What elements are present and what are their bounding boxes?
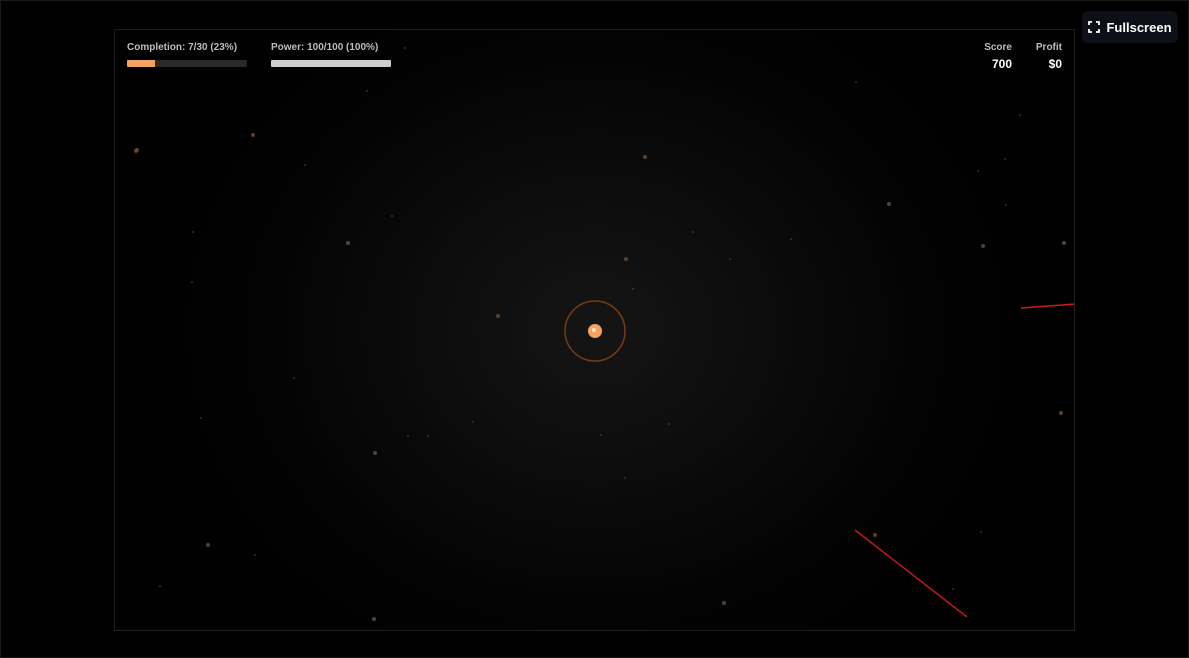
particle: [427, 435, 429, 437]
particle: [304, 164, 306, 166]
particle: [404, 47, 406, 49]
expand-icon: [1088, 21, 1101, 33]
particle: [722, 601, 726, 605]
particle: [1059, 411, 1063, 415]
particle: [1062, 241, 1066, 245]
particle: [407, 435, 409, 437]
particle: [692, 231, 694, 233]
particle: [366, 90, 368, 92]
player-core-highlight: [592, 328, 596, 332]
profit-label: Profit: [1035, 42, 1062, 53]
particle: [624, 477, 626, 479]
score-block: Score 700: [984, 42, 1012, 71]
page: Fullscreen Completion: 7/30 (23%) Power:…: [0, 0, 1189, 658]
laser-beam: [1020, 303, 1074, 309]
game-field: [134, 47, 1074, 621]
particle: [1005, 204, 1007, 206]
particle: [624, 257, 628, 261]
particle: [293, 377, 295, 379]
score-label: Score: [984, 42, 1012, 53]
particle: [372, 617, 376, 621]
completion-label: Completion: 7/30 (23%): [127, 42, 238, 53]
particle: [134, 149, 138, 153]
particle: [1019, 114, 1021, 116]
particle: [206, 543, 210, 547]
fullscreen-button[interactable]: Fullscreen: [1082, 11, 1178, 43]
score-value: 700: [991, 57, 1012, 71]
completion-bar-fill: [127, 60, 155, 67]
profit-block: Profit $0: [1036, 42, 1062, 71]
profit-value: $0: [1048, 57, 1062, 71]
power-bar: [271, 60, 391, 67]
particle: [952, 588, 954, 590]
particle: [887, 202, 891, 206]
fullscreen-label: Fullscreen: [1106, 19, 1172, 35]
particle: [192, 231, 194, 233]
particle: [643, 155, 647, 159]
particle: [391, 215, 393, 217]
power-label: Power: 100/100 (100%): [271, 42, 379, 53]
particle: [346, 241, 350, 245]
particle: [1004, 158, 1006, 160]
particle: [251, 133, 255, 137]
completion-bar: [127, 60, 247, 67]
laser-beam: [854, 529, 968, 618]
particle: [254, 554, 256, 556]
particle: [191, 281, 193, 283]
game-canvas[interactable]: Completion: 7/30 (23%) Power: 100/100 (1…: [114, 29, 1075, 631]
particle: [472, 421, 474, 423]
particle: [729, 258, 731, 260]
particle: [981, 244, 985, 248]
power-bar-fill: [271, 60, 391, 67]
particle: [977, 170, 979, 172]
particle: [159, 585, 161, 587]
particle: [790, 238, 792, 240]
particle: [600, 434, 602, 436]
particle: [855, 81, 857, 83]
particle: [200, 417, 202, 419]
particle: [496, 314, 500, 318]
particle: [668, 423, 670, 425]
particle: [873, 533, 877, 537]
particle: [632, 288, 634, 290]
particle: [373, 451, 377, 455]
particle: [980, 531, 982, 533]
